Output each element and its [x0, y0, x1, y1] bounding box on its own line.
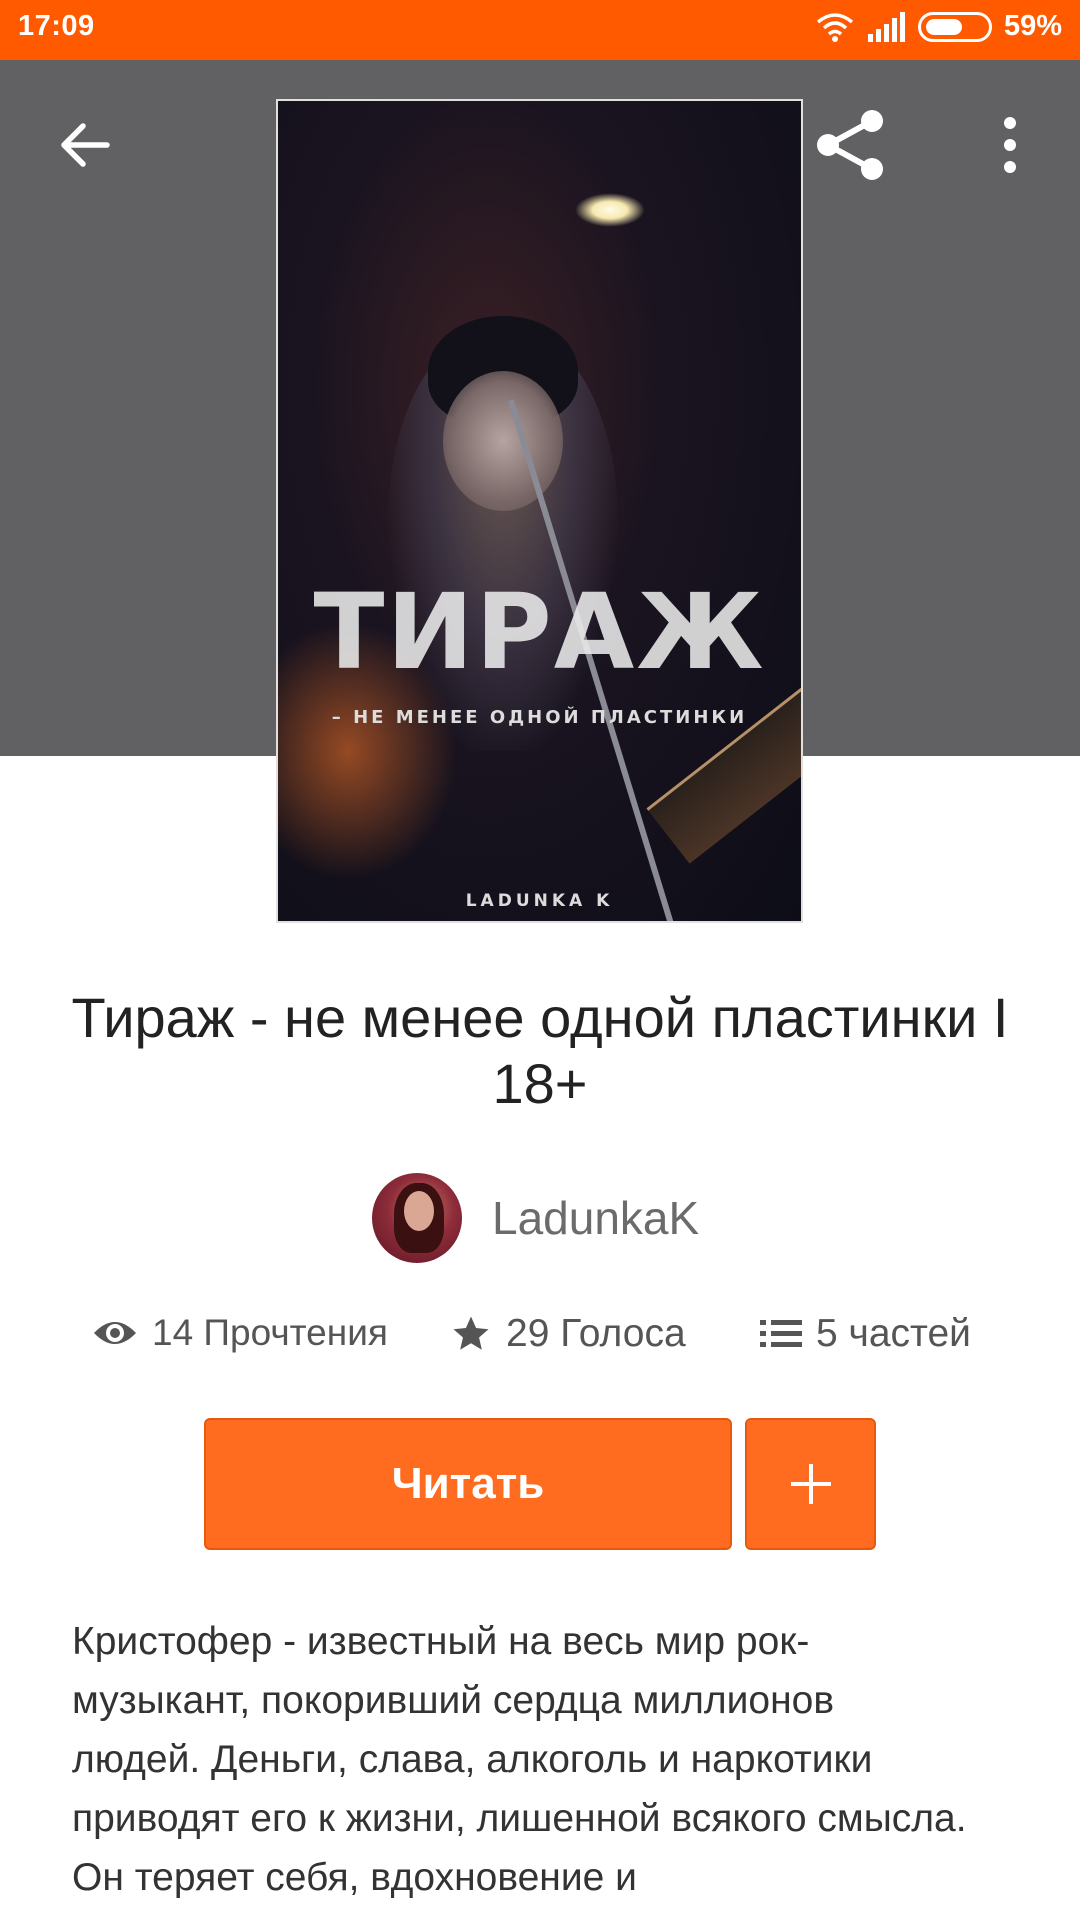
- author-avatar[interactable]: [372, 1173, 462, 1263]
- more-vert-icon: [1004, 117, 1016, 173]
- more-options-button[interactable]: [965, 100, 1055, 190]
- signal-icon: [867, 11, 905, 42]
- add-to-library-button[interactable]: [745, 1418, 876, 1550]
- cover-title: ТИРАЖ: [313, 571, 766, 693]
- status-bar: 17:09 59%: [0, 0, 1080, 60]
- story-description: Кристофер - известный на весь мир рок-му…: [72, 1620, 967, 1899]
- cover-subtitle: – НЕ МЕНЕЕ ОДНОЙ ПЛАСТИНКИ: [331, 707, 748, 728]
- book-cover[interactable]: ТИРАЖ – НЕ МЕНЕЕ ОДНОЙ ПЛАСТИНКИ LADUNKA…: [276, 99, 803, 923]
- story-title: Тираж - не менее одной пластинки I 18+: [71, 986, 1009, 1115]
- eye-icon: [94, 1322, 136, 1344]
- cover-author: LADUNKA K: [465, 891, 614, 911]
- share-icon: [817, 110, 883, 180]
- star-icon: [453, 1316, 489, 1350]
- battery-percent: 59%: [1003, 10, 1062, 42]
- battery-icon: [917, 11, 992, 42]
- cover-singer-face: [443, 371, 563, 511]
- back-button[interactable]: [40, 100, 130, 190]
- reads-count: 14 Прочтения: [152, 1312, 388, 1353]
- story-stats: 14 Прочтения 29 Голоса 5 частей: [0, 1312, 1080, 1378]
- share-button[interactable]: [800, 100, 900, 190]
- plus-icon: [790, 1464, 831, 1504]
- list-icon: [760, 1320, 802, 1347]
- votes-stat: 29 Голоса: [450, 1312, 686, 1356]
- votes-count: 29 Голоса: [506, 1312, 686, 1355]
- author-link[interactable]: LadunkaK: [372, 1173, 699, 1263]
- cover-stage-light: [575, 193, 645, 227]
- parts-stat: 5 частей: [760, 1312, 971, 1356]
- read-button[interactable]: Читать: [204, 1418, 732, 1550]
- status-icons: 59%: [816, 10, 1062, 43]
- status-time: 17:09: [18, 10, 95, 42]
- author-name[interactable]: LadunkaK: [492, 1191, 699, 1245]
- parts-count: 5 частей: [816, 1312, 971, 1355]
- wifi-icon: [816, 12, 854, 42]
- back-arrow-icon: [61, 123, 110, 167]
- reads-stat: 14 Прочтения: [92, 1312, 388, 1354]
- read-button-label: Читать: [391, 1459, 545, 1508]
